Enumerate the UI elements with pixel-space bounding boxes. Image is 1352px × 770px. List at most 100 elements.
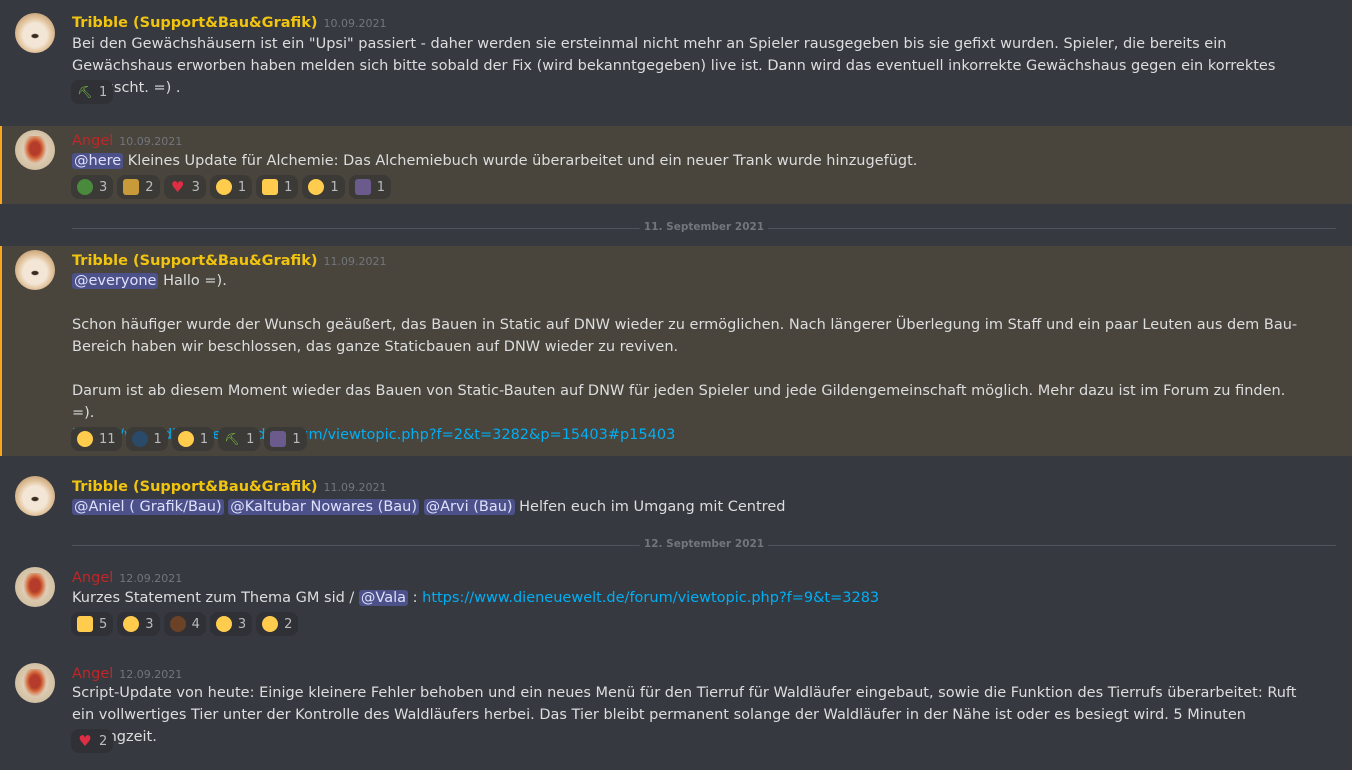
- date-divider: 12. September 2021: [72, 538, 1336, 550]
- timestamp: 11.09.2021: [323, 481, 387, 494]
- reaction[interactable]: 2: [256, 612, 299, 636]
- paragraph: Schon häufiger wurde der Wunsch geäußert…: [72, 317, 1298, 355]
- reaction[interactable]: 2: [117, 175, 160, 199]
- reaction[interactable]: ♥ 2: [71, 729, 114, 753]
- reaction[interactable]: 3: [117, 612, 160, 636]
- reaction[interactable]: 1: [125, 427, 168, 451]
- timestamp: 11.09.2021: [323, 255, 387, 268]
- author-name[interactable]: Tribble (Support&Bau&Grafik): [72, 479, 318, 495]
- rolling-eyes-icon: [123, 616, 140, 632]
- reaction-count: 1: [153, 431, 162, 447]
- separator: :: [408, 590, 423, 606]
- message-content: Kleines Update für Alchemie: Das Alchemi…: [127, 153, 918, 169]
- message: Tribble (Support&Bau&Grafik) 11.09.2021 @…: [0, 472, 1352, 532]
- heart-icon: ♥: [78, 732, 92, 750]
- reaction[interactable]: 1: [302, 175, 345, 199]
- reaction-count: 2: [284, 616, 293, 632]
- reaction[interactable]: ⛏ 1: [71, 80, 114, 104]
- message-header: Tribble (Support&Bau&Grafik) 10.09.2021: [72, 12, 387, 31]
- author-name[interactable]: Tribble (Support&Bau&Grafik): [72, 253, 318, 269]
- mention[interactable]: @here: [72, 153, 124, 169]
- message-text: @everyone Hallo =). Schon häufiger wurde…: [72, 270, 1312, 446]
- message-header: Angel 12.09.2021: [72, 663, 182, 682]
- reactions: 5 3 4 3 2: [71, 612, 299, 636]
- reactions: ♥ 2: [71, 729, 114, 753]
- author-name[interactable]: Angel: [72, 133, 113, 149]
- reaction-count: 1: [376, 179, 385, 195]
- hugging-face-icon: [177, 431, 194, 447]
- message-text: Script-Update von heute: Einige kleinere…: [72, 685, 1297, 745]
- mention[interactable]: @Kaltubar Nowares (Bau): [228, 499, 419, 515]
- thumbs-up-icon: [262, 179, 279, 195]
- triangle-icon: [354, 179, 371, 195]
- triangle-icon: [270, 431, 287, 447]
- reaction-count: 3: [145, 616, 154, 632]
- reaction-count: 1: [284, 179, 293, 195]
- reaction[interactable]: 1: [209, 175, 253, 199]
- message-content: Helfen euch im Umgang mit Centred: [514, 499, 786, 515]
- divider-label: 12. September 2021: [639, 538, 769, 550]
- paragraph: Darum ist ab diesem Moment wieder das Ba…: [72, 383, 1286, 421]
- frog-icon: [77, 179, 93, 195]
- timestamp: 10.09.2021: [119, 135, 183, 148]
- reactions: 3 2 ♥ 3 1 1 1 1: [71, 175, 391, 199]
- reaction[interactable]: ⛏ 1: [218, 427, 261, 451]
- pickaxe-icon: ⛏: [224, 432, 240, 446]
- smiling-hearts-icon: [77, 431, 93, 447]
- reaction[interactable]: 3: [71, 175, 114, 199]
- reaction-count: 1: [292, 431, 301, 447]
- avatar[interactable]: [15, 13, 55, 53]
- message-text: Bei den Gewächshäusern ist ein "Upsi" pa…: [72, 36, 1276, 96]
- beer-icon: [123, 179, 140, 195]
- message-text: Kurzes Statement zum Thema GM sid / @Val…: [72, 587, 1312, 609]
- avatar[interactable]: [15, 250, 55, 290]
- reaction-count: 11: [99, 431, 116, 447]
- reaction[interactable]: 5: [71, 612, 114, 636]
- mind-blown-icon: [262, 616, 279, 632]
- message: Angel 10.09.2021 @here Kleines Update für…: [0, 126, 1352, 204]
- message: Angel 12.09.2021 Kurzes Statement zum The…: [0, 563, 1352, 643]
- message-text: @here Kleines Update für Alchemie: Das A…: [72, 150, 1312, 172]
- reaction-count: 3: [237, 616, 247, 632]
- reaction-count: 4: [191, 616, 200, 632]
- message-text: @Aniel ( Grafik/Bau) @Kaltubar Nowares (…: [72, 496, 1312, 518]
- reaction[interactable]: 3: [209, 612, 253, 636]
- poop-icon: [169, 616, 186, 632]
- reaction-count: 5: [99, 616, 108, 632]
- message: Angel 12.09.2021 Script-Update von heute:…: [0, 659, 1352, 767]
- reaction[interactable]: ♥ 3: [163, 175, 206, 199]
- reactions: ⛏ 1: [71, 80, 114, 104]
- greeting: Hallo =).: [163, 273, 227, 289]
- timestamp: 10.09.2021: [323, 17, 387, 30]
- reaction-count: 1: [99, 84, 108, 100]
- timestamp: 12.09.2021: [119, 572, 183, 585]
- reaction[interactable]: 1: [264, 427, 307, 451]
- avatar[interactable]: [15, 567, 55, 607]
- reaction[interactable]: 4: [163, 612, 206, 636]
- mention[interactable]: @everyone: [72, 273, 159, 289]
- avatar[interactable]: [15, 130, 55, 170]
- reaction[interactable]: 11: [71, 427, 122, 451]
- message-header: Angel 12.09.2021: [72, 567, 182, 586]
- mention[interactable]: @Arvi (Bau): [423, 499, 515, 515]
- author-name[interactable]: Tribble (Support&Bau&Grafik): [72, 15, 318, 31]
- message-content: Kurzes Statement zum Thema GM sid /: [72, 590, 355, 606]
- reaction-count: 1: [330, 179, 339, 195]
- reaction[interactable]: 1: [348, 175, 391, 199]
- heart-icon: ♥: [170, 178, 185, 196]
- eyes-icon: [131, 431, 148, 447]
- mention[interactable]: @Vala: [358, 590, 409, 606]
- avatar[interactable]: [15, 663, 55, 703]
- reaction-count: 1: [246, 431, 255, 447]
- reaction[interactable]: 1: [256, 175, 299, 199]
- timestamp: 12.09.2021: [119, 668, 183, 681]
- message-header: Angel 10.09.2021: [72, 130, 182, 149]
- reaction-count: 2: [99, 733, 108, 749]
- author-name[interactable]: Angel: [72, 570, 113, 586]
- reaction[interactable]: 1: [171, 427, 215, 451]
- avatar[interactable]: [15, 476, 55, 516]
- message: Tribble (Support&Bau&Grafik) 11.09.2021 @…: [0, 246, 1352, 456]
- forum-link[interactable]: https://www.dieneuewelt.de/forum/viewtop…: [422, 590, 879, 606]
- author-name[interactable]: Angel: [72, 666, 113, 682]
- mention[interactable]: @Aniel ( Grafik/Bau): [72, 499, 224, 515]
